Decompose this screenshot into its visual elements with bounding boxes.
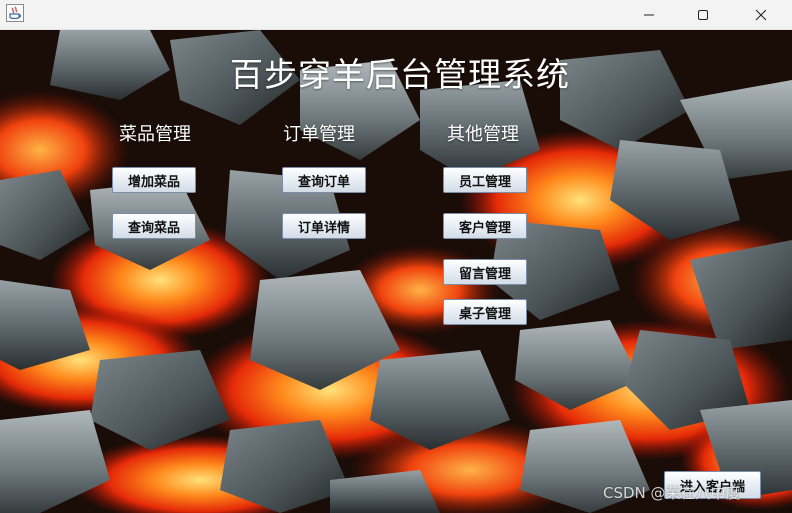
close-icon	[755, 9, 767, 20]
title-bar[interactable]	[0, 0, 792, 30]
maximize-icon	[698, 9, 708, 20]
app-window: 百步穿羊后台管理系统 菜品管理 订单管理 其他管理 增加菜品 查询菜品 查询订单…	[0, 0, 792, 513]
order-detail-button[interactable]: 订单详情	[282, 213, 366, 239]
burning-coals-background	[0, 30, 792, 513]
section-label-others: 其他管理	[447, 124, 519, 145]
add-dish-button[interactable]: 增加菜品	[112, 167, 196, 193]
page-title: 百步穿羊后台管理系统	[230, 55, 570, 94]
section-label-orders: 订单管理	[283, 124, 355, 145]
query-order-button[interactable]: 查询订单	[282, 167, 366, 193]
close-button[interactable]	[738, 0, 784, 29]
java-app-icon	[6, 4, 24, 22]
customer-management-button[interactable]: 客户管理	[443, 213, 527, 239]
minimize-button[interactable]	[626, 0, 672, 29]
staff-management-button[interactable]: 员工管理	[443, 167, 527, 193]
message-management-button[interactable]: 留言管理	[443, 259, 527, 285]
main-panel: 百步穿羊后台管理系统 菜品管理 订单管理 其他管理 增加菜品 查询菜品 查询订单…	[0, 30, 792, 513]
maximize-button[interactable]	[680, 0, 726, 29]
csdn-watermark: CSDN @荣在八中度	[603, 484, 741, 502]
query-dish-button[interactable]: 查询菜品	[112, 213, 196, 239]
minimize-icon	[644, 14, 654, 15]
section-label-dishes: 菜品管理	[119, 124, 191, 145]
table-management-button[interactable]: 桌子管理	[443, 299, 527, 325]
